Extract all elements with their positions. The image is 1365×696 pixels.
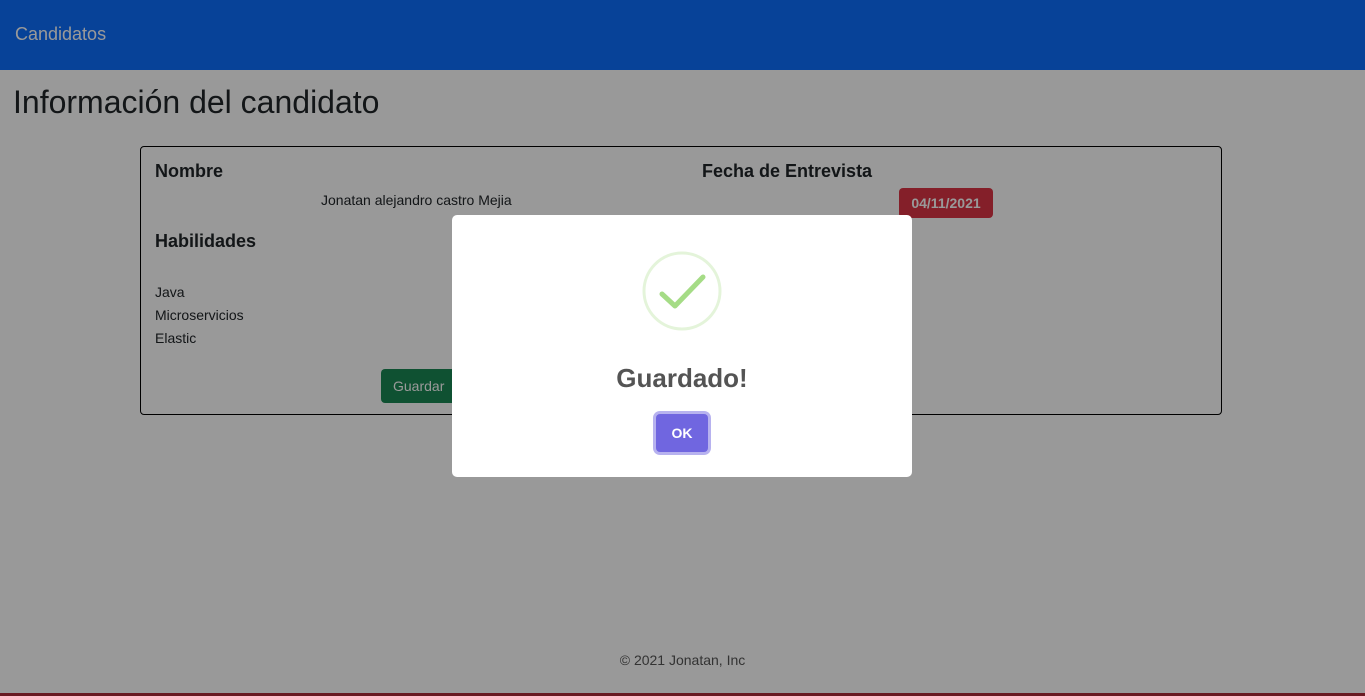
page: Candidatos Información del candidato Nom… [0, 0, 1365, 696]
success-check-icon [642, 251, 722, 331]
ok-button[interactable]: OK [656, 414, 708, 452]
success-dialog: Guardado! OK [452, 215, 912, 477]
dialog-title: Guardado! [616, 363, 748, 393]
